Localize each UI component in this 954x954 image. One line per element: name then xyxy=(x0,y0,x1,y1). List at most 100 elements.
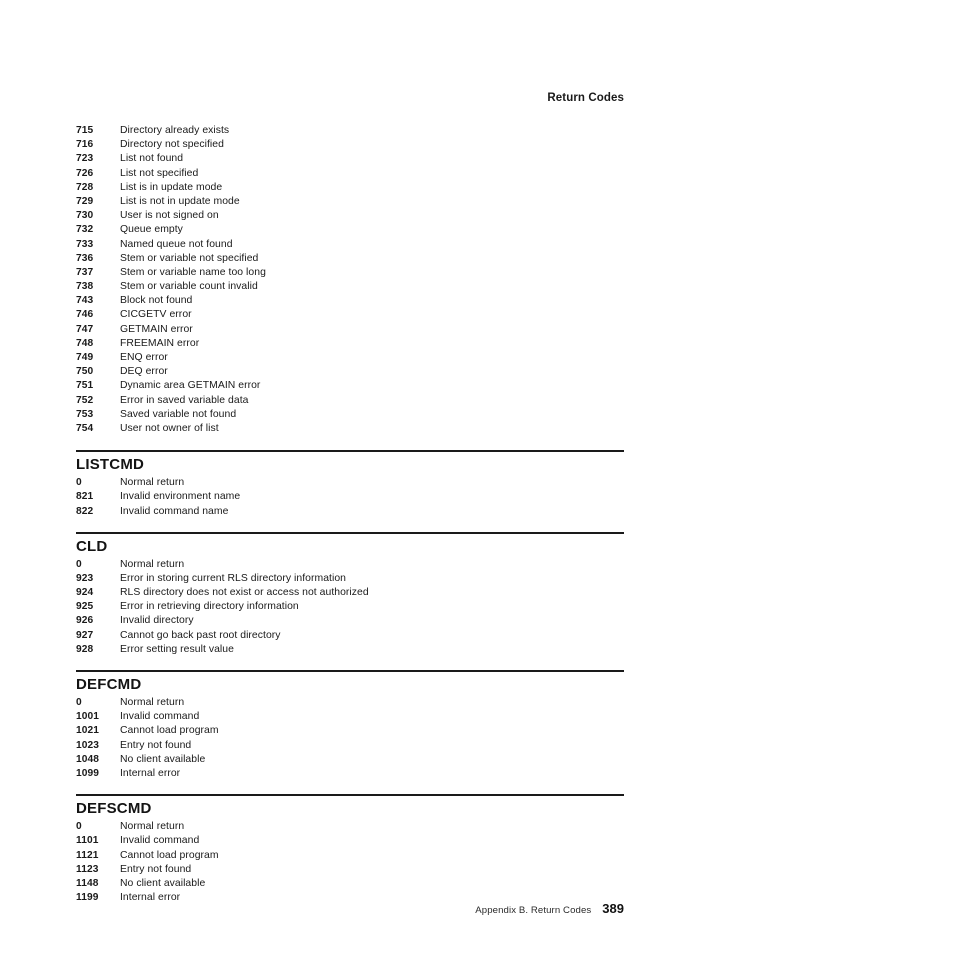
return-code-row: 924 RLS directory does not exist or acces… xyxy=(76,586,624,600)
return-code-description: Invalid command xyxy=(120,835,200,847)
return-code-description: FREEMAIN error xyxy=(120,337,200,349)
return-code-description: List not found xyxy=(120,153,184,165)
return-code-list: 0 Normal return 821 Invalid environment nam… xyxy=(76,476,624,519)
return-code-description: CICGETV error xyxy=(120,309,192,321)
return-code-value: 749 xyxy=(76,352,94,363)
return-code-description: RLS directory does not exist or access n… xyxy=(120,587,369,599)
return-code-row: 754 User not owner of list xyxy=(76,422,624,436)
return-code-value: 1101 xyxy=(76,835,99,847)
return-code-description: Block not found xyxy=(120,295,193,307)
return-code-description: Cannot load program xyxy=(120,849,219,861)
return-code-description: Normal return xyxy=(120,477,185,489)
return-code-value: 750 xyxy=(76,366,94,378)
return-code-row: 1001 Invalid command xyxy=(76,710,624,724)
return-code-sections: LISTCMD 0 Normal return 821 Invalid environm… xyxy=(76,436,624,905)
return-code-value: 753 xyxy=(76,408,94,420)
return-code-description: List is in update mode xyxy=(120,181,223,193)
return-code-row: 728 List is in update mode xyxy=(76,181,624,195)
return-code-value: 716 xyxy=(76,139,94,151)
return-code-description: Normal return xyxy=(120,821,185,833)
return-code-row: 753 Saved variable not found xyxy=(76,408,624,422)
return-code-value: 924 xyxy=(76,587,94,599)
return-code-row: 748 FREEMAIN error xyxy=(76,337,624,351)
page-number: 389 xyxy=(602,901,624,916)
return-code-row: 1101 Invalid command xyxy=(76,834,624,848)
return-code-row: 750 DEQ error xyxy=(76,365,624,379)
return-code-row: 822 Invalid command name xyxy=(76,505,624,519)
return-code-description: Stem or variable not specified xyxy=(120,252,259,264)
return-code-value: 728 xyxy=(76,181,94,193)
return-code-value: 715 xyxy=(76,125,94,136)
return-code-value: 1123 xyxy=(76,863,99,875)
return-code-section: LISTCMD 0 Normal return 821 Invalid environm… xyxy=(76,436,624,519)
return-code-row: 749 ENQ error xyxy=(76,351,624,365)
return-code-row: 0 Normal return xyxy=(76,696,624,710)
return-code-row: 736 Stem or variable not specified xyxy=(76,252,624,266)
document-page: Return Codes 715 Directory already exists… xyxy=(0,0,954,954)
return-code-row: 726 List not specified xyxy=(76,167,624,181)
return-code-value: 822 xyxy=(76,505,94,517)
return-code-row: 1099 Internal error xyxy=(76,767,624,781)
return-code-value: 0 xyxy=(76,558,82,570)
footer-label: Appendix B. Return Codes xyxy=(475,905,592,916)
return-code-row: 926 Invalid directory xyxy=(76,614,624,628)
return-code-description: No client available xyxy=(120,753,206,765)
return-code-row: 0 Normal return xyxy=(76,820,624,834)
return-code-row: 821 Invalid environment name xyxy=(76,490,624,504)
return-code-row: 732 Queue empty xyxy=(76,223,624,237)
return-code-row: 723 List not found xyxy=(76,152,624,166)
return-code-section: CLD 0 Normal return 923 Error in storing cur… xyxy=(76,519,624,657)
return-code-row: 1123 Entry not found xyxy=(76,863,624,877)
return-code-description: ENQ error xyxy=(120,352,168,363)
return-code-description: No client available xyxy=(120,877,206,889)
return-code-list: 0 Normal return 923 Error in storing curren… xyxy=(76,558,624,657)
return-code-value: 0 xyxy=(76,697,82,708)
return-code-row: 752 Error in saved variable data xyxy=(76,394,624,408)
return-code-value: 738 xyxy=(76,281,94,293)
running-head: Return Codes xyxy=(547,92,624,104)
return-code-description: Directory not specified xyxy=(120,139,224,151)
return-code-description: Error in storing current RLS directory i… xyxy=(120,572,346,584)
return-code-value: 743 xyxy=(76,295,94,307)
return-code-description: Named queue not found xyxy=(120,238,233,250)
return-code-value: 723 xyxy=(76,153,94,165)
return-code-row: 1048 No client available xyxy=(76,753,624,767)
return-code-value: 736 xyxy=(76,252,94,264)
return-code-list: 0 Normal return 1001 Invalid command 1021 Can… xyxy=(76,696,624,781)
return-code-value: 747 xyxy=(76,323,94,335)
return-code-description: GETMAIN error xyxy=(120,323,193,335)
return-code-value: 1148 xyxy=(76,877,99,889)
return-code-description: Entry not found xyxy=(120,863,192,875)
return-code-row: 0 Normal return xyxy=(76,558,624,572)
return-code-section: DEFCMD 0 Normal return 1001 Invalid command 1… xyxy=(76,657,624,781)
return-code-row: 747 GETMAIN error xyxy=(76,323,624,337)
return-code-description: Stem or variable count invalid xyxy=(120,281,258,293)
return-code-description: Error in retrieving directory informatio… xyxy=(120,601,299,613)
return-code-description: Directory already exists xyxy=(120,125,230,136)
section-heading: CLD xyxy=(76,537,108,555)
return-code-value: 746 xyxy=(76,309,94,321)
return-code-description: Invalid directory xyxy=(120,615,194,627)
return-code-value: 733 xyxy=(76,238,94,250)
return-code-value: 752 xyxy=(76,394,94,406)
return-code-description: Normal return xyxy=(120,697,185,708)
return-code-description: Error setting result value xyxy=(120,643,234,655)
return-code-row: 733 Named queue not found xyxy=(76,238,624,252)
return-code-description: Cannot load program xyxy=(120,725,219,737)
return-code-description: Normal return xyxy=(120,558,185,570)
return-code-row: 0 Normal return xyxy=(76,476,624,490)
return-code-row: 746 CICGETV error xyxy=(76,308,624,322)
return-code-value: 0 xyxy=(76,821,82,833)
return-code-description: User not owner of list xyxy=(120,422,219,434)
return-code-row: 1121 Cannot load program xyxy=(76,849,624,863)
return-code-description: Invalid command name xyxy=(120,505,229,517)
return-code-value: 729 xyxy=(76,195,94,207)
return-code-row: 923 Error in storing current RLS director… xyxy=(76,572,624,586)
return-code-value: 1099 xyxy=(76,767,100,779)
return-code-value: 1121 xyxy=(76,849,99,861)
return-code-description: List is not in update mode xyxy=(120,195,240,207)
